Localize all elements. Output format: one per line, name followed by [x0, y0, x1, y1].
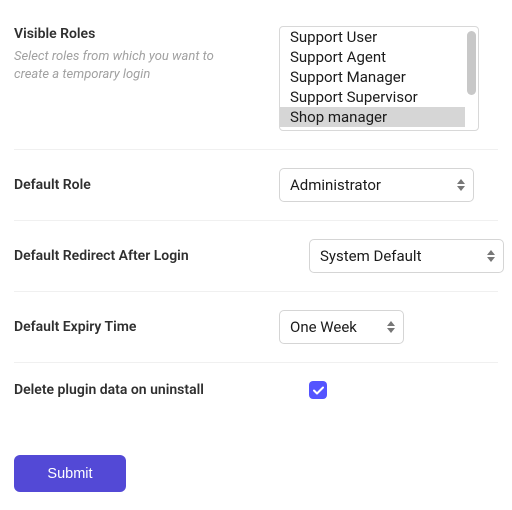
default-expiry-value: One Week [290, 318, 357, 336]
list-item[interactable]: Support Supervisor [280, 87, 465, 107]
delete-on-uninstall-checkbox[interactable] [309, 381, 327, 399]
default-redirect-label: Default Redirect After Login [14, 248, 269, 264]
row-default-role: Default Role Administrator [14, 150, 498, 221]
control-delete [279, 381, 498, 399]
default-role-select[interactable]: Administrator [279, 168, 474, 202]
stepper-icon [457, 179, 465, 191]
control-default-role: Administrator [279, 168, 498, 202]
visible-roles-hint: Select roles from which you want to crea… [14, 48, 224, 83]
visible-roles-list: Support User Support Agent Support Manag… [280, 27, 465, 131]
submit-button[interactable]: Submit [14, 455, 126, 492]
label-col-default-redirect: Default Redirect After Login [14, 248, 279, 264]
visible-roles-label: Visible Roles [14, 26, 269, 42]
list-item[interactable]: Customer [280, 127, 465, 131]
row-default-redirect: Default Redirect After Login System Defa… [14, 221, 498, 292]
list-item-selected[interactable]: Shop manager [280, 107, 465, 127]
list-item[interactable]: Support Agent [280, 47, 465, 67]
row-delete-on-uninstall: Delete plugin data on uninstall [14, 363, 498, 417]
list-item[interactable]: Support Manager [280, 67, 465, 87]
scrollbar-thumb[interactable] [467, 31, 476, 95]
delete-on-uninstall-label: Delete plugin data on uninstall [14, 382, 269, 398]
control-default-redirect: System Default [279, 239, 504, 273]
check-icon [313, 386, 324, 395]
label-col-delete: Delete plugin data on uninstall [14, 382, 279, 398]
default-role-label: Default Role [14, 177, 269, 193]
visible-roles-listbox[interactable]: Support User Support Agent Support Manag… [279, 26, 479, 131]
stepper-icon [387, 321, 395, 333]
label-col-default-expiry: Default Expiry Time [14, 319, 279, 335]
control-default-expiry: One Week [279, 310, 498, 344]
default-redirect-select[interactable]: System Default [309, 239, 504, 273]
control-visible-roles: Support User Support Agent Support Manag… [279, 26, 498, 131]
default-redirect-value: System Default [320, 247, 421, 265]
row-visible-roles: Visible Roles Select roles from which yo… [14, 18, 498, 150]
submit-row: Submit [14, 417, 498, 492]
default-role-value: Administrator [290, 176, 381, 194]
stepper-icon [487, 250, 495, 262]
label-col-visible-roles: Visible Roles Select roles from which yo… [14, 26, 279, 83]
default-expiry-label: Default Expiry Time [14, 319, 269, 335]
default-expiry-select[interactable]: One Week [279, 310, 404, 344]
row-default-expiry: Default Expiry Time One Week [14, 292, 498, 363]
label-col-default-role: Default Role [14, 177, 279, 193]
list-item[interactable]: Support User [280, 27, 465, 47]
